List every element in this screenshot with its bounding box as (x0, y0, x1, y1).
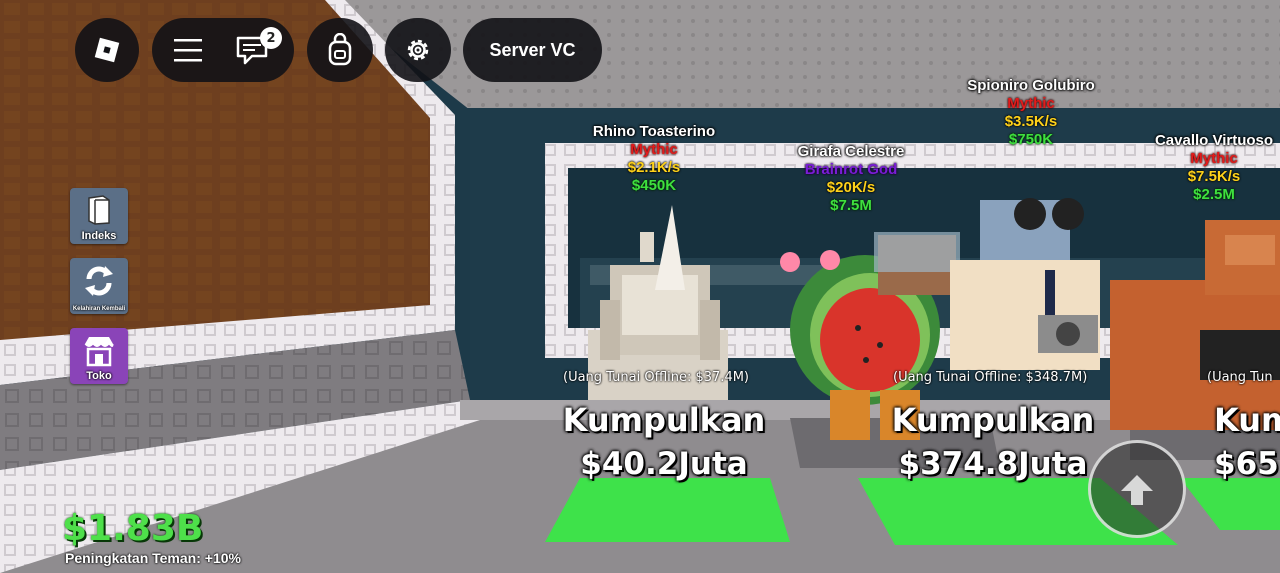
brainrot-price: $2.5M (1193, 186, 1235, 203)
collect-button[interactable]: Kum $65 (1214, 398, 1280, 486)
gear-icon (407, 39, 429, 61)
friend-boost-label: Peningkatan Teman: +10% (65, 550, 241, 566)
brainrot-name: Rhino Toasterino (592, 123, 716, 140)
brainrot-name: Girafa Celestre (797, 143, 905, 160)
shop-button[interactable]: Toko (70, 328, 128, 384)
brainrot-name: Cavallo Virtuoso (1154, 132, 1274, 149)
collect-button[interactable]: Kumpulkan $374.8Juta (892, 398, 1095, 486)
roblox-logo-icon (94, 37, 120, 63)
brainrot-tag-girafa: Girafa Celestre Brainrot God $20K/s $7.5… (798, 143, 905, 215)
roblox-menu-button[interactable] (75, 18, 139, 82)
server-vc-button[interactable]: Server VC (463, 18, 602, 82)
menu-button[interactable] (170, 34, 206, 66)
brainrot-rarity: Brainrot God (804, 161, 898, 178)
brainrot-tag-cavallo: Cavallo Virtuoso Mythic $7.5K/s $2.5M (1155, 132, 1273, 204)
brainrot-rarity: Mythic (630, 141, 678, 158)
rebirth-label: Kelahiran Kembali (72, 306, 126, 312)
backpack-button[interactable] (307, 18, 373, 82)
brainrot-rate: $3.5K/s (1004, 113, 1058, 130)
chat-unread-badge: 2 (260, 27, 282, 49)
collect-label: Kumpulkan (891, 401, 1095, 439)
index-button[interactable]: Indeks (70, 188, 128, 244)
settings-button[interactable] (385, 18, 451, 82)
offline-cash-label: (Uang Tun (1207, 370, 1273, 385)
brainrot-rarity: Mythic (1190, 150, 1238, 167)
rebirth-icon (85, 266, 113, 296)
brainrot-rate: $20K/s (826, 179, 876, 196)
menu-icon (174, 39, 202, 62)
shop-icon (84, 337, 114, 367)
collect-label: Kumpulkan (562, 401, 766, 439)
money-counter: $1.83B (62, 508, 204, 549)
jump-button[interactable] (1088, 440, 1186, 538)
offline-cash-label: (Uang Tunai Offline: $348.7M) (893, 370, 1088, 385)
brainrot-tag-spioniro: Spioniro Golubiro Mythic $3.5K/s $750K (967, 77, 1095, 149)
shop-label: Toko (86, 370, 112, 382)
rebirth-button[interactable]: Kelahiran Kembali (70, 258, 128, 314)
brainrot-price: $7.5M (830, 197, 872, 214)
game-viewport[interactable]: Rhino Toasterino Mythic $2.1K/s $450K Gi… (0, 0, 1280, 573)
collect-amount: $374.8Juta (898, 446, 1088, 482)
index-label: Indeks (81, 230, 117, 242)
brainrot-rarity: Mythic (1007, 95, 1055, 112)
collect-button[interactable]: Kumpulkan $40.2Juta (563, 398, 766, 486)
brainrot-rate: $2.1K/s (627, 159, 681, 176)
brainrot-name: Spioniro Golubiro (967, 77, 1095, 94)
brainrot-rate: $7.5K/s (1187, 168, 1241, 185)
offline-cash-label: (Uang Tunai Offline: $37.4M) (563, 370, 749, 385)
server-vc-label: Server VC (489, 39, 576, 60)
book-icon (88, 195, 110, 225)
brainrot-price: $450K (631, 177, 677, 194)
brainrot-price: $750K (1008, 131, 1054, 148)
brainrot-tag-rhino: Rhino Toasterino Mythic $2.1K/s $450K (593, 123, 715, 195)
backpack-icon (328, 33, 352, 66)
collect-label: Kum (1214, 401, 1280, 439)
jump-arrow-icon (1121, 475, 1153, 505)
collect-amount: $65 (1214, 446, 1279, 482)
collect-amount: $40.2Juta (580, 446, 748, 482)
